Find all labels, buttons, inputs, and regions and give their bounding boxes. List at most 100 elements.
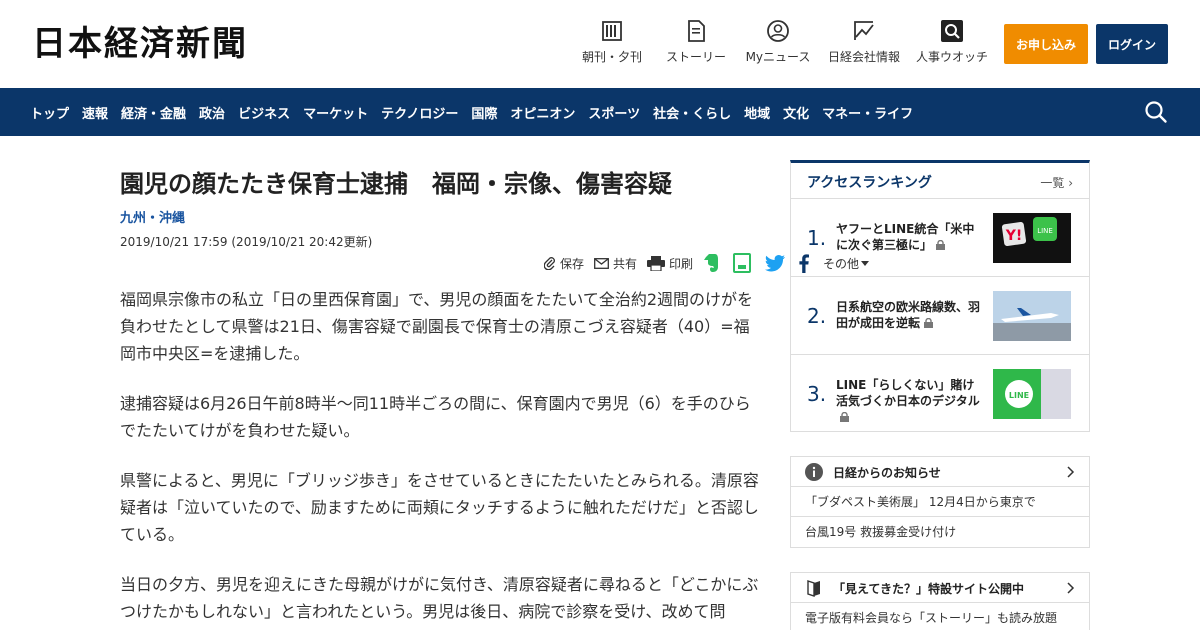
article-paragraph: 県警によると、男児に「ブリッジ歩き」をさせているときにたたいたとみられる。清原容…: [120, 471, 759, 544]
svg-text:LINE: LINE: [1009, 391, 1029, 400]
article-region-link[interactable]: 九州・沖縄: [120, 210, 760, 228]
header-nav-story[interactable]: ストーリー: [658, 20, 734, 68]
notice-item[interactable]: 「ブダペスト美術展」 12月4日から東京で: [791, 487, 1089, 517]
ranking-item[interactable]: 1. ヤフーとLINE統合「米中に次ぐ第三極に」 Y! LINE: [791, 199, 1089, 277]
category-nav-list: トップ 速報 経済・金融 政治 ビジネス マーケット テクノロジー 国際 オピニオン スポーツ 社会…: [30, 88, 926, 136]
article-body: 福岡県宗像市の私立「日の里西保育園」で、男児の顔面をたたいて全治約2週間のけがを…: [120, 286, 760, 630]
ranking-item[interactable]: 3. LINE「らしくない」賭け 活気づくか日本のデジタル LINE: [791, 355, 1089, 433]
save-button[interactable]: 保存: [544, 255, 584, 272]
ranking-thumbnail-yahoo-line: Y! LINE: [993, 213, 1071, 263]
ranking-more-link[interactable]: 一覧 ›: [1040, 174, 1073, 191]
article-paragraph: 逮捕容疑は6月26日午前8時半～同11時半ごろの間に、保育園内で男児（6）を手の…: [120, 394, 751, 440]
chevron-right-icon: [1067, 582, 1075, 594]
special-item[interactable]: 電子版有料会員なら「ストーリー」も読み放題: [791, 603, 1089, 630]
site-header: 日本経済新聞 朝刊・夕刊 ストーリー Myニュース 日経会社情報 人事ウオッチ …: [0, 0, 1200, 88]
article-title: 園児の顔たたき保育士逮捕 福岡・宗像、傷害容疑: [120, 170, 672, 198]
rank-headline-text: LINE「らしくない」賭け 活気づくか日本のデジタル: [836, 378, 980, 408]
svg-text:LINE: LINE: [1037, 227, 1053, 235]
header-nav-mynews[interactable]: Myニュース: [740, 20, 816, 68]
ranking-header: アクセスランキング 一覧 ›: [791, 163, 1089, 199]
special-site-box: 「見えてきた？」特設サイト公開中 電子版有料会員なら「ストーリー」も読み放題: [790, 572, 1090, 630]
nav-item[interactable]: 地域: [744, 103, 770, 122]
notice-header[interactable]: 日経からのお知らせ: [791, 457, 1089, 487]
nav-item[interactable]: 政治: [199, 103, 225, 122]
site-logo[interactable]: 日本経済新聞: [32, 24, 248, 64]
lock-icon: [840, 412, 849, 422]
svg-text:Y!: Y!: [1005, 228, 1023, 244]
header-nav-jinji[interactable]: 人事ウオッチ: [912, 20, 992, 68]
nav-item[interactable]: 国際: [471, 103, 497, 122]
apply-button[interactable]: お申し込み: [1004, 24, 1088, 64]
article-paragraph: 当日の夕方、男児を迎えにきた母親がけがに気付き、清原容疑者に尋ねると「どこかにぶ…: [120, 575, 759, 621]
header-nav-label: ストーリー: [665, 50, 726, 64]
nav-item[interactable]: マーケット: [303, 103, 368, 122]
twitter-icon: [765, 254, 786, 271]
nav-item[interactable]: マネー・ライフ: [822, 103, 913, 122]
article-date: 2019/10/21 17:59 (2019/10/21 20:42更新): [120, 235, 373, 249]
category-nav: トップ 速報 経済・金融 政治 ビジネス マーケット テクノロジー 国際 オピニオン スポーツ 社会…: [0, 88, 1200, 136]
header-nav-label: 朝刊・夕刊: [581, 50, 642, 64]
printer-icon: [647, 255, 666, 271]
nav-item[interactable]: 文化: [783, 103, 809, 122]
lock-icon: [936, 240, 946, 250]
search-icon[interactable]: [1144, 100, 1168, 124]
login-button[interactable]: ログイン: [1096, 24, 1168, 64]
article-paragraph: 福岡県宗像市の私立「日の里西保育園」で、男児の顔面をたたいて全治約2週間のけがを…: [120, 290, 754, 363]
nav-item[interactable]: ビジネス: [238, 103, 290, 122]
special-title: 「見えてきた？」特設サイト公開中: [833, 582, 1025, 596]
header-nav-label: 人事ウオッチ: [915, 50, 988, 64]
rank-headline-text: 日系航空の欧米路線数、羽田が成田を逆転: [836, 300, 981, 330]
nav-item[interactable]: 社会・くらし: [653, 103, 731, 122]
document-icon: [685, 20, 707, 42]
clip-button[interactable]: [733, 253, 755, 273]
access-ranking: アクセスランキング 一覧 › 1. ヤフーとLINE統合「米中に次ぐ第三極に」 …: [790, 160, 1090, 432]
share-button[interactable]: 共有: [594, 255, 637, 272]
notice-title: 日経からのお知らせ: [833, 466, 941, 480]
newspaper-icon: [601, 20, 623, 42]
rank-headline: 日系航空の欧米路線数、羽田が成田を逆転: [836, 299, 986, 331]
print-label: 印刷: [669, 256, 694, 271]
mail-icon: [594, 257, 609, 269]
ranking-item[interactable]: 2. 日系航空の欧米路線数、羽田が成田を逆転: [791, 277, 1089, 355]
search-person-icon: [941, 20, 963, 42]
ranking-title: アクセスランキング: [807, 175, 932, 191]
paperclip-icon: [544, 257, 555, 270]
info-icon: [805, 463, 823, 481]
nav-item[interactable]: 速報: [82, 103, 108, 122]
ranking-thumbnail-airplane: [993, 291, 1071, 341]
nav-item[interactable]: テクノロジー: [381, 103, 458, 122]
nav-item[interactable]: スポーツ: [588, 103, 640, 122]
clip-icon: [733, 253, 752, 273]
share-label: 共有: [613, 256, 638, 271]
header-nav-company[interactable]: 日経会社情報: [822, 20, 906, 68]
book-icon: [807, 580, 820, 597]
chevron-right-icon: [1067, 466, 1075, 478]
twitter-button[interactable]: [765, 254, 789, 272]
article: 園児の顔たたき保育士逮捕 福岡・宗像、傷害容疑 九州・沖縄 2019/10/21…: [120, 160, 870, 621]
rank-number: 1.: [807, 226, 827, 250]
nav-item[interactable]: オピニオン: [510, 103, 575, 122]
rank-headline: ヤフーとLINE統合「米中に次ぐ第三極に」: [836, 221, 986, 253]
header-nav-paper[interactable]: 朝刊・夕刊: [572, 20, 652, 68]
notice-item[interactable]: 台風19号 救援募金受け付け: [791, 517, 1089, 547]
rank-headline-text: ヤフーとLINE統合「米中に次ぐ第三極に」: [836, 222, 975, 252]
header-nav-label: 日経会社情報: [827, 50, 900, 64]
nav-item[interactable]: トップ: [30, 103, 69, 122]
user-icon: [767, 20, 789, 42]
ranking-more-label: 一覧: [1040, 176, 1065, 190]
print-button[interactable]: 印刷: [647, 255, 693, 272]
header-nav-label: Myニュース: [745, 50, 811, 64]
nav-item[interactable]: 経済・金融: [121, 103, 186, 122]
evernote-icon: [704, 254, 719, 272]
rank-headline: LINE「らしくない」賭け 活気づくか日本のデジタル: [836, 377, 986, 425]
ranking-thumbnail-line-logo: LINE: [993, 369, 1071, 419]
special-header[interactable]: 「見えてきた？」特設サイト公開中: [791, 573, 1089, 603]
rank-number: 3.: [807, 382, 827, 406]
nikkei-notice: 日経からのお知らせ 「ブダペスト美術展」 12月4日から東京で 台風19号 救援…: [790, 456, 1090, 548]
evernote-button[interactable]: [703, 254, 723, 272]
lock-icon: [924, 318, 934, 328]
header-nav: 朝刊・夕刊 ストーリー Myニュース 日経会社情報 人事ウオッチ: [572, 20, 998, 68]
save-label: 保存: [560, 256, 585, 271]
rank-number: 2.: [807, 304, 827, 328]
chart-icon: [853, 20, 875, 42]
